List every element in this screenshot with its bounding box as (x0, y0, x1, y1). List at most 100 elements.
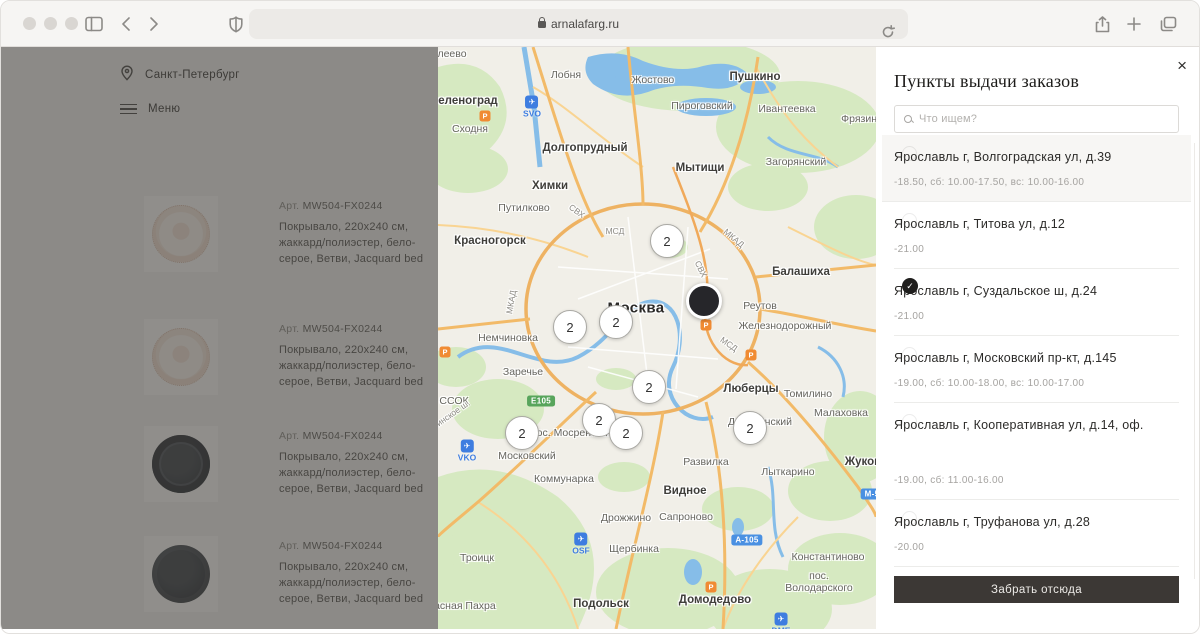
pickup-item-hours: -19.00, сб: 10.00-18.00, вс: 10.00-17.00 (894, 378, 1179, 389)
map-cluster-marker[interactable]: 2 (632, 370, 666, 404)
map-place-label: Видное (663, 485, 706, 497)
airport-icon: ✈SVO (523, 96, 541, 119)
map-place-label: Константиново (792, 551, 865, 563)
airport-code: DME (772, 626, 791, 630)
map-cluster-marker[interactable]: 2 (733, 411, 767, 445)
map-place-label: Томилино (784, 388, 832, 400)
map-place-label: Балашиха (772, 266, 830, 278)
railway-station-icon: Р (706, 582, 717, 593)
map-place-label: Заречье (503, 366, 543, 378)
search-box[interactable] (894, 105, 1179, 133)
store-page-dimmed: Санкт-Петербург Меню Арт. MW504-FX0244По… (1, 47, 438, 629)
search-input[interactable] (919, 113, 1169, 125)
privacy-shield-icon[interactable] (225, 13, 247, 35)
map-place-label: Развилка (683, 456, 728, 468)
address-bar[interactable]: arnalafarg.ru (249, 9, 908, 39)
map-cluster-marker[interactable]: 2 (609, 416, 643, 450)
pickup-item[interactable]: Ярославль г, Труфанова ул, д.28 -20.00 (894, 500, 1179, 567)
map-place-label: Лобня (551, 69, 581, 81)
back-button[interactable] (115, 13, 137, 35)
sidebar-toggle-icon[interactable] (83, 13, 105, 35)
map-cluster-marker[interactable]: 2 (650, 224, 684, 258)
pickup-here-button[interactable]: Забрать отсюда (894, 576, 1179, 603)
plane-icon: ✈ (460, 440, 473, 453)
map-place-label: Пироговский (671, 100, 733, 112)
map-place-label: Красногорск (454, 235, 526, 247)
lock-icon (538, 21, 546, 28)
forward-button[interactable] (143, 13, 165, 35)
pickup-item-title: Ярославль г, Труфанова ул, д.28 (894, 515, 1179, 529)
map-place-label: Фрязино (841, 113, 876, 125)
map-place-label: Московский (498, 450, 556, 462)
pickup-item-hours: -21.00 (894, 311, 1179, 322)
map-place-label: Жуковс (845, 456, 876, 468)
pickup-item-hours: -21.00 (894, 244, 1179, 255)
share-icon[interactable] (1091, 13, 1113, 35)
pickup-item[interactable]: Ярославль г, Волгоградская ул, д.39-18.5… (882, 135, 1191, 202)
pickup-item[interactable]: Ярославль г, Титова ул, д.12 -21.00 (894, 202, 1179, 269)
road-shield: А-105 (731, 535, 762, 546)
panel-title: Пункты выдачи заказов (894, 71, 1179, 92)
map-place-label: Путилково (498, 202, 549, 214)
map-place-label: Ивантеевка (758, 103, 815, 115)
modal-backdrop[interactable] (1, 47, 438, 629)
map-place-label: Володарского (785, 582, 853, 594)
pickup-panel: × Пункты выдачи заказов Ярославль г, Вол… (876, 47, 1199, 629)
pickup-item[interactable]: Ярославль г, Кооперативная ул, д.14, оф.… (894, 403, 1179, 500)
traffic-light-minimize[interactable] (44, 17, 57, 30)
map-place-label: Малаховка (814, 407, 868, 419)
pickup-list: Ярославль г, Волгоградская ул, д.39-18.5… (894, 135, 1179, 567)
browser-window: arnalafarg.ru Санкт-Петербург (0, 0, 1200, 634)
railway-station-icon: Р (480, 111, 491, 122)
road-shield: М-5 (861, 489, 876, 500)
railway-station-icon: Р (746, 350, 757, 361)
map-place-label: Железнодорожный (739, 320, 832, 332)
map-place-label: Химки (532, 180, 568, 192)
airport-icon: ✈VKO (458, 440, 476, 463)
pickup-item-hours: -20.00 (894, 542, 1179, 553)
plane-icon: ✈ (574, 533, 587, 546)
map-place-label: Жостово (632, 74, 675, 86)
pickup-item-hours: -19.00, сб: 11.00-16.00 (894, 475, 1179, 486)
map-place-label: еленоград (438, 95, 497, 107)
airport-code: OSF (572, 546, 589, 556)
map-place-label: Домодедово (679, 594, 751, 606)
map-place-label: леево (438, 48, 467, 60)
map-place-label: Сходня (452, 123, 488, 135)
pickup-item-title: Ярославль г, Волгоградская ул, д.39 (894, 150, 1179, 164)
map-place-label: Долгопрудный (542, 142, 627, 154)
map-place-label: МСД (606, 226, 625, 236)
pickup-map[interactable]: леевоЛобняЖостовоПушкиноеленоградПирогов… (438, 47, 876, 629)
map-cluster-marker[interactable]: 2 (505, 416, 539, 450)
new-tab-icon[interactable] (1123, 13, 1145, 35)
map-cluster-marker[interactable]: 2 (553, 310, 587, 344)
map-place-label: Немчиновка (478, 332, 538, 344)
traffic-light-close[interactable] (23, 17, 36, 30)
url-text: arnalafarg.ru (551, 17, 619, 31)
reload-button[interactable] (877, 21, 899, 43)
pickup-item-title: Ярославль г, Титова ул, д.12 (894, 217, 1179, 231)
tab-overview-icon[interactable] (1157, 13, 1179, 35)
map-place-label: Мытищи (676, 162, 725, 174)
close-icon[interactable]: × (1177, 57, 1187, 74)
pickup-item[interactable]: ✓Ярославль г, Суздальское ш, д.24-21.00 (894, 269, 1179, 336)
scrollbar-track[interactable] (1194, 143, 1195, 579)
railway-station-icon: Р (440, 347, 451, 358)
selected-map-marker[interactable] (686, 283, 722, 319)
map-cluster-marker[interactable]: 2 (599, 305, 633, 339)
pickup-item[interactable]: Ярославль г, Московский пр-кт, д.145-19.… (894, 336, 1179, 403)
pickup-item-title: Ярославль г, Кооперативная ул, д.14, оф. (894, 418, 1179, 432)
map-place-label: расная Пахра (438, 600, 496, 612)
traffic-light-zoom[interactable] (65, 17, 78, 30)
window-footer (1, 629, 1199, 634)
browser-toolbar: arnalafarg.ru (1, 1, 1199, 47)
selected-check-icon: ✓ (902, 278, 918, 294)
railway-station-icon: Р (701, 320, 712, 331)
search-icon (904, 115, 913, 124)
road-shield: Е105 (527, 396, 555, 407)
map-place-label: Дрожжино (601, 512, 651, 524)
map-place-label: Коммунарка (534, 473, 594, 485)
map-place-label: Троицк (460, 552, 494, 564)
map-place-label: Подольск (573, 598, 629, 610)
airport-code: VKO (458, 453, 476, 463)
